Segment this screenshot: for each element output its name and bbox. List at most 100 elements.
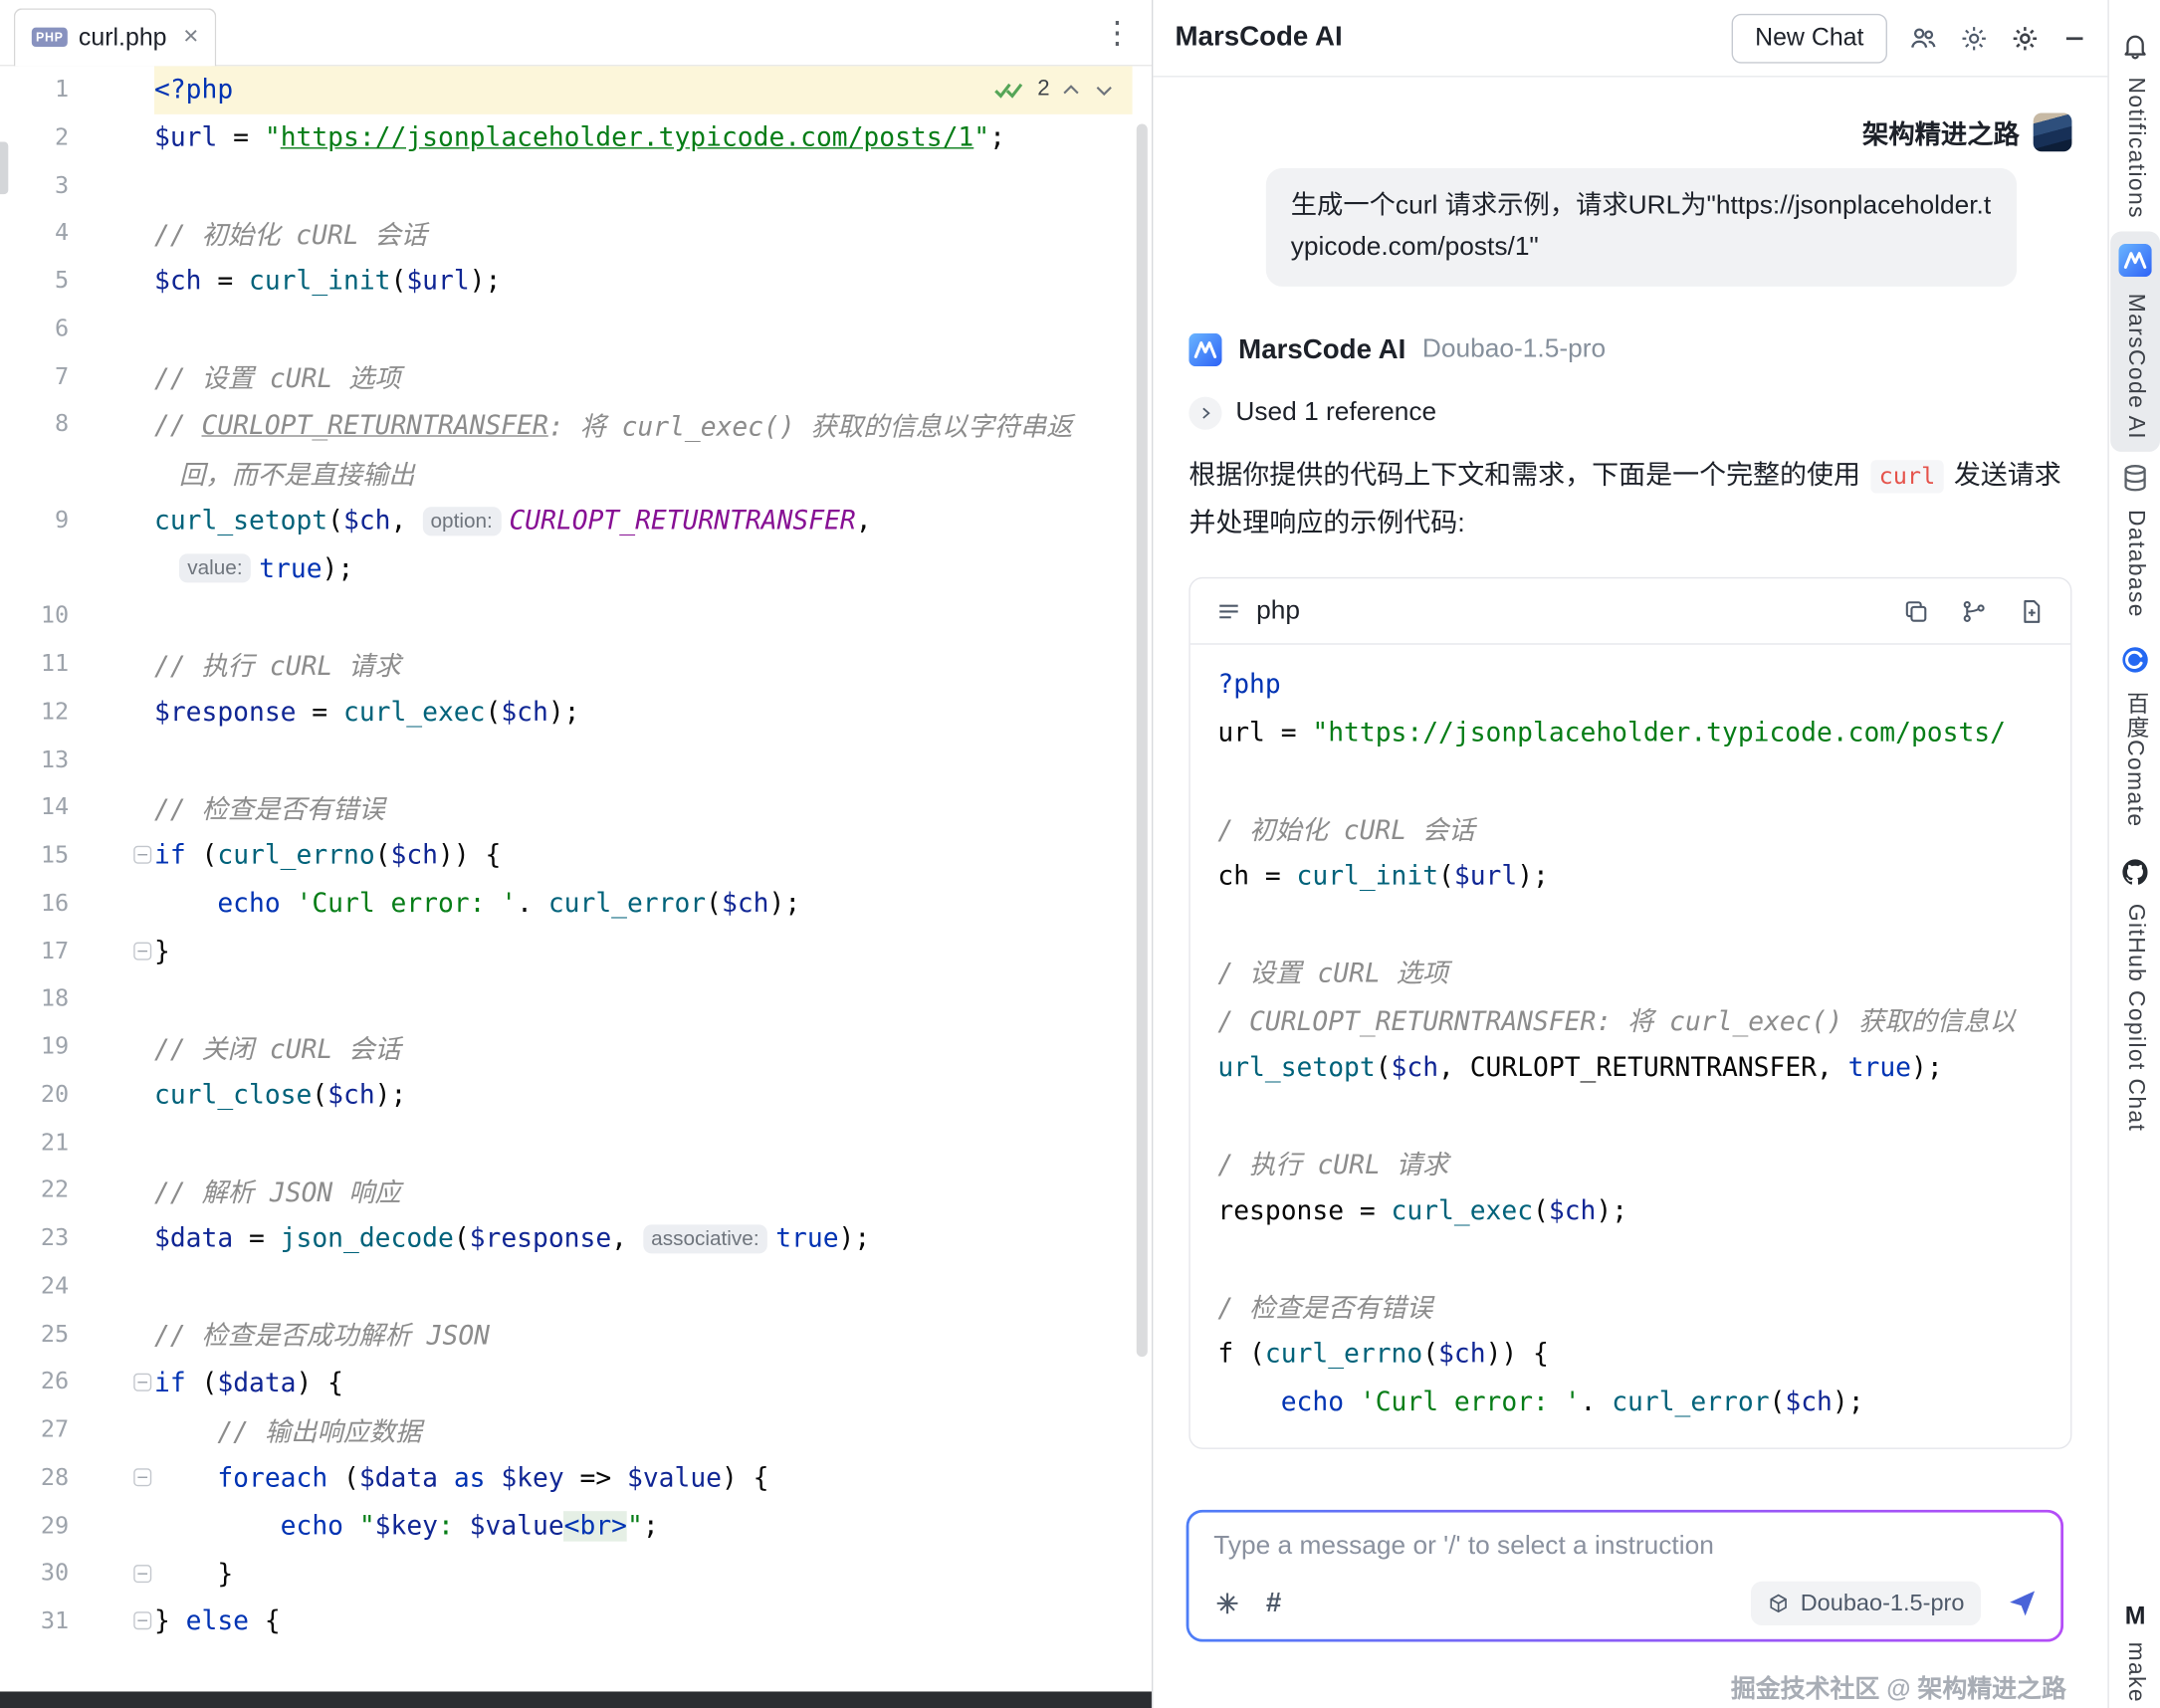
line-number[interactable]: 4 [0,210,69,258]
line-number[interactable]: 19 [0,1023,69,1071]
next-issue-icon[interactable] [1092,79,1116,103]
model-selector-chip[interactable]: Doubao-1.5-pro [1751,1582,1981,1625]
line-number[interactable]: 20 [0,1071,69,1119]
editor-line[interactable]: 19// 关闭 cURL 会话 [0,1023,1133,1071]
chevron-right-icon[interactable] [1188,397,1221,430]
line-number[interactable]: 12 [0,689,69,737]
line-number[interactable]: 10 [0,592,69,640]
chat-settings-gear-icon[interactable] [1959,23,1989,53]
editor-line[interactable]: 9 curl_setopt($ch, option:CURLOPT_RETURNT… [0,497,1133,544]
code-line-text[interactable]: echo "$key: $value<br>"; [154,1502,1133,1550]
code-line-text[interactable] [154,737,1133,784]
share-users-icon[interactable] [1908,23,1938,53]
line-number[interactable]: 25 [0,1311,69,1359]
fold-marker-icon[interactable] [133,1565,151,1583]
code-line-text[interactable] [154,592,1133,640]
code-line-text[interactable]: // 初始化 cURL 会话 [154,210,1133,258]
line-number[interactable]: 17 [0,928,69,975]
editor-line[interactable]: 23$data = json_decode($response, associa… [0,1215,1133,1263]
insert-code-icon[interactable] [1960,597,1988,625]
code-line-text[interactable]: $ch = curl_init($url); [154,258,1133,306]
activity-item-database[interactable]: Database [2109,463,2160,618]
code-line-text[interactable]: // 设置 cURL 选项 [154,353,1133,401]
activity-item-notifications[interactable]: Notifications [2109,30,2160,218]
editor-line[interactable]: 25 // 检查是否成功解析 JSON [0,1311,1133,1359]
code-line-text[interactable]: // 解析 JSON 响应 [154,1168,1133,1215]
editor-line[interactable]: 17} [0,928,1133,975]
editor-line[interactable]: 回，而不是直接输出 [0,449,1133,497]
code-line-text[interactable]: 回，而不是直接输出 [154,449,1133,497]
editor-line[interactable]: 10 [0,592,1133,640]
editor-line[interactable]: 29 echo "$key: $value<br>"; [0,1502,1133,1550]
fold-marker-icon[interactable] [133,846,151,864]
line-number[interactable]: 9 [0,497,69,544]
editor-line[interactable]: 18 [0,975,1133,1023]
hash-command-icon[interactable]: # [1266,1590,1281,1617]
code-line-text[interactable] [154,306,1133,353]
line-number[interactable]: 6 [0,306,69,353]
fold-marker-icon[interactable] [133,1612,151,1630]
editor-line[interactable]: 14// 检查是否有错误 [0,784,1133,832]
fold-marker-icon[interactable] [133,942,151,960]
line-number[interactable]: 24 [0,1263,69,1311]
code-line-text[interactable]: // 检查是否有错误 [154,784,1133,832]
line-number[interactable]: 13 [0,737,69,784]
editor-line[interactable]: 28 foreach ($data as $key => $value) { [0,1454,1133,1502]
editor-line[interactable]: 6 [0,306,1133,353]
code-line-text[interactable] [154,1263,1133,1311]
line-number[interactable]: 21 [0,1119,69,1167]
line-number[interactable]: 11 [0,641,69,689]
line-number[interactable]: 5 [0,258,69,306]
editor-line[interactable]: 4 // 初始化 cURL 会话 [0,210,1133,258]
fold-marker-icon[interactable] [133,1373,151,1390]
code-line-text[interactable]: // 执行 cURL 请求 [154,641,1133,689]
code-line-text[interactable]: curl_setopt($ch, option:CURLOPT_RETURNTR… [154,497,1133,544]
line-number[interactable]: 18 [0,975,69,1023]
code-line-text[interactable]: // 检查是否成功解析 JSON [154,1311,1133,1359]
skills-sparkle-icon[interactable] [1213,1590,1241,1617]
code-line-text[interactable]: echo 'Curl error: '. curl_error($ch); [154,880,1133,928]
editor-line[interactable]: value:true); [0,544,1133,592]
code-line-text[interactable] [154,1119,1133,1167]
code-line-text[interactable]: // 输出响应数据 [154,1406,1133,1454]
editor-line[interactable]: 16 echo 'Curl error: '. curl_error($ch); [0,880,1133,928]
line-number[interactable]: 22 [0,1168,69,1215]
editor-line[interactable]: 5 $ch = curl_init($url); [0,258,1133,306]
line-number[interactable]: 27 [0,1406,69,1454]
editor-line[interactable]: 8 // CURLOPT_RETURNTRANSFER: 将 curl_exec(… [0,401,1133,449]
code-line-text[interactable]: foreach ($data as $key => $value) { [154,1454,1133,1502]
more-options-icon[interactable]: ⋮ [1102,17,1132,47]
line-number[interactable]: 28 [0,1454,69,1502]
line-number[interactable] [0,449,69,497]
editor-line[interactable]: 26 if ($data) { [0,1359,1133,1406]
code-line-text[interactable]: } else { [154,1598,1133,1645]
activity-bottom[interactable]: Mmake [2109,1601,2160,1703]
minimize-panel-icon[interactable] [2060,24,2088,52]
editor-line[interactable]: 11 // 执行 cURL 请求 [0,641,1133,689]
code-line-text[interactable]: } [154,928,1133,975]
tab-curl-php[interactable]: PHP curl.php × [14,8,217,66]
reference-toggle[interactable]: Used 1 reference [1188,397,2071,430]
editor-line[interactable]: 22 // 解析 JSON 响应 [0,1168,1133,1215]
code-line-text[interactable]: } [154,1550,1133,1598]
chat-input-box[interactable]: Type a message or '/' to select a instru… [1187,1510,2064,1642]
line-number[interactable]: 2 [0,114,69,162]
line-number[interactable]: 8 [0,401,69,449]
line-number[interactable]: 7 [0,353,69,401]
code-line-text[interactable]: // CURLOPT_RETURNTRANSFER: 将 curl_exec()… [154,401,1133,449]
editor-line[interactable]: 13 [0,737,1133,784]
line-number[interactable]: 31 [0,1598,69,1645]
code-line-text[interactable]: if ($data) { [154,1359,1133,1406]
editor-line[interactable]: 20curl_close($ch); [0,1071,1133,1119]
code-line-text[interactable]: $url = "https://jsonplaceholder.typicode… [154,114,1133,162]
activity-item-github-copilot-chat[interactable]: GitHub Copilot Chat [2109,857,2160,1132]
editor-line[interactable]: 2 $url = "https://jsonplaceholder.typicod… [0,114,1133,162]
editor-line[interactable]: 7 // 设置 cURL 选项 [0,353,1133,401]
prev-issue-icon[interactable] [1059,79,1083,103]
line-number[interactable]: 3 [0,162,69,210]
code-line-text[interactable]: value:true); [154,544,1133,592]
send-message-icon[interactable] [2006,1587,2039,1619]
new-chat-button[interactable]: New Chat [1732,13,1887,63]
line-number[interactable]: 26 [0,1359,69,1406]
editor-line[interactable]: 21 [0,1119,1133,1167]
